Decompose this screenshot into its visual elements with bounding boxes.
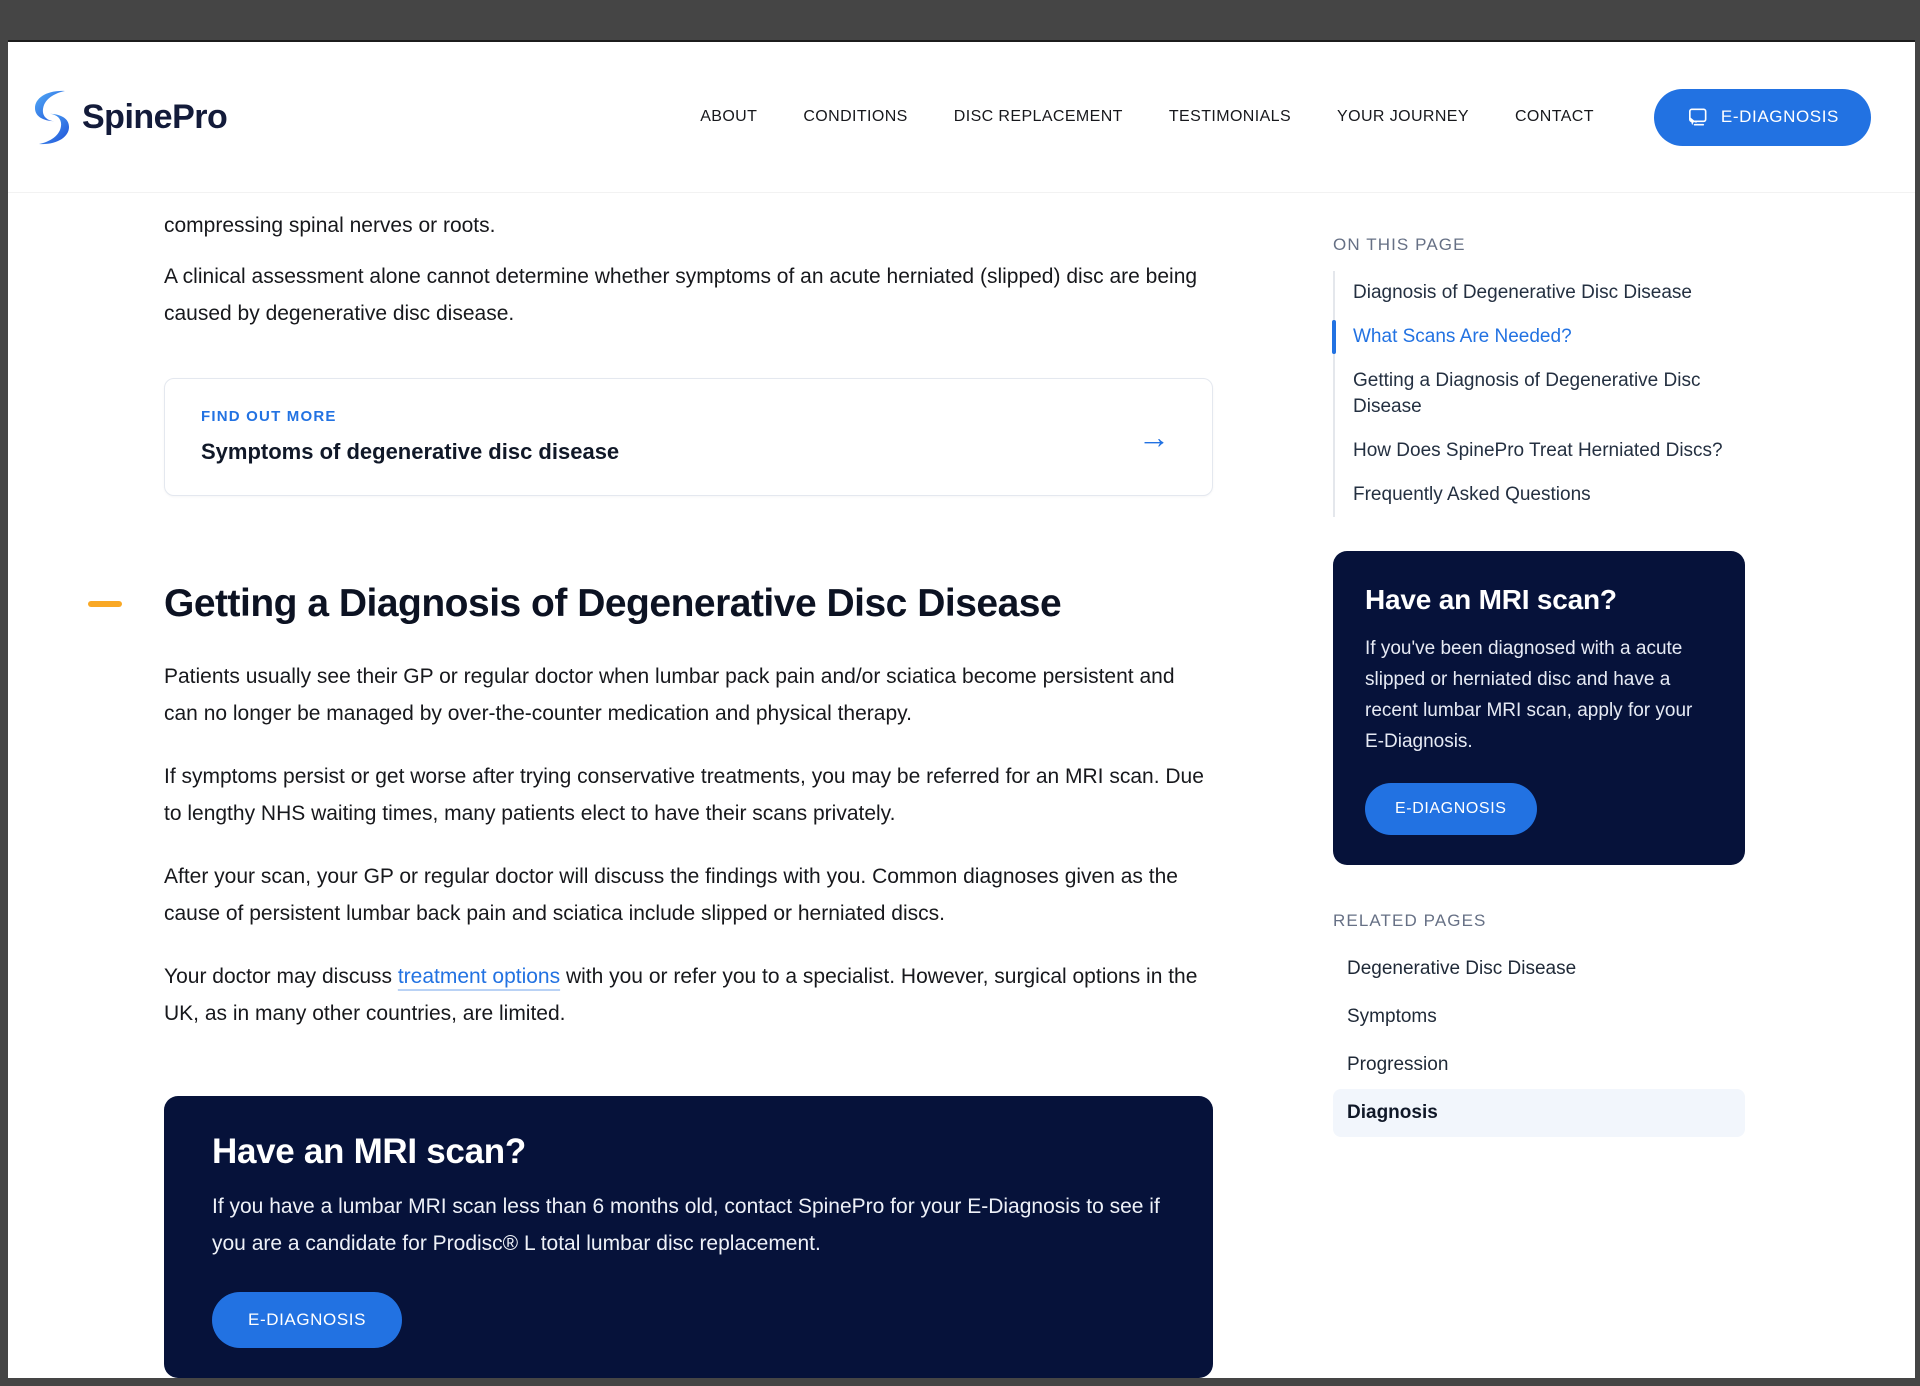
section-paragraph-3: After your scan, your GP or regular doct… bbox=[164, 858, 1213, 932]
nav-item-conditions[interactable]: CONDITIONS bbox=[803, 108, 907, 126]
sidebar-mri-body: If you've been diagnosed with a acute sl… bbox=[1365, 633, 1713, 757]
mri-banner-heading: Have an MRI scan? bbox=[212, 1130, 1165, 1174]
related-item-symptoms[interactable]: Symptoms bbox=[1333, 993, 1745, 1041]
paragraph-4-before: Your doctor may discuss bbox=[164, 965, 398, 988]
mri-banner: Have an MRI scan? If you have a lumbar M… bbox=[164, 1096, 1213, 1378]
logo-text: SpinePro bbox=[82, 98, 227, 137]
main-nav: ABOUT CONDITIONS DISC REPLACEMENT TESTIM… bbox=[700, 108, 1594, 126]
related-item-progression[interactable]: Progression bbox=[1333, 1041, 1745, 1089]
related-item-degenerative-disc-disease[interactable]: Degenerative Disc Disease bbox=[1333, 945, 1745, 993]
mri-banner-body: If you have a lumbar MRI scan less than … bbox=[212, 1188, 1165, 1262]
sidebar-mri-card: Have an MRI scan? If you've been diagnos… bbox=[1333, 551, 1745, 865]
section-paragraph-2: If symptoms persist or get worse after t… bbox=[164, 758, 1213, 832]
find-out-more-eyebrow: FIND OUT MORE bbox=[201, 407, 1138, 427]
on-this-page-label: ON THIS PAGE bbox=[1333, 235, 1745, 255]
sidebar-e-diagnosis-button[interactable]: E-DIAGNOSIS bbox=[1365, 783, 1537, 835]
section-paragraph-4: Your doctor may discuss treatment option… bbox=[164, 958, 1213, 1032]
on-this-page-list: Diagnosis of Degenerative Disc Disease W… bbox=[1333, 271, 1745, 517]
related-item-diagnosis[interactable]: Diagnosis bbox=[1333, 1089, 1745, 1137]
page-content: compressing spinal nerves or roots. A cl… bbox=[8, 193, 1915, 1378]
nav-item-testimonials[interactable]: TESTIMONIALS bbox=[1169, 108, 1291, 126]
arrow-right-icon: → bbox=[1138, 421, 1176, 453]
nav-item-disc-replacement[interactable]: DISC REPLACEMENT bbox=[954, 108, 1123, 126]
toc-item-what-scans[interactable]: What Scans Are Needed? bbox=[1335, 315, 1745, 359]
monitor-cursor-icon bbox=[1686, 106, 1709, 129]
nav-item-about[interactable]: ABOUT bbox=[700, 108, 757, 126]
intro-paragraph-tail: compressing spinal nerves or roots. bbox=[164, 207, 1213, 244]
header-e-diagnosis-button[interactable]: E-DIAGNOSIS bbox=[1654, 89, 1871, 146]
nav-item-your-journey[interactable]: YOUR JOURNEY bbox=[1337, 108, 1469, 126]
header-e-diagnosis-label: E-DIAGNOSIS bbox=[1721, 107, 1839, 127]
sidebar: ON THIS PAGE Diagnosis of Degenerative D… bbox=[1333, 193, 1745, 1137]
site-header: SpinePro ABOUT CONDITIONS DISC REPLACEME… bbox=[8, 42, 1915, 193]
toc-item-faq[interactable]: Frequently Asked Questions bbox=[1335, 473, 1745, 517]
find-out-more-title: Symptoms of degenerative disc disease bbox=[201, 437, 1138, 467]
section-paragraph-1: Patients usually see their GP or regular… bbox=[164, 658, 1213, 732]
sidebar-mri-heading: Have an MRI scan? bbox=[1365, 581, 1713, 619]
browser-page: SpinePro ABOUT CONDITIONS DISC REPLACEME… bbox=[8, 40, 1915, 1378]
toc-item-getting-a-diagnosis[interactable]: Getting a Diagnosis of Degenerative Disc… bbox=[1335, 359, 1745, 429]
heading-accent-dash bbox=[88, 601, 122, 607]
toc-item-how-spinepro-treats[interactable]: How Does SpinePro Treat Herniated Discs? bbox=[1335, 429, 1745, 473]
find-out-more-card[interactable]: FIND OUT MORE Symptoms of degenerative d… bbox=[164, 378, 1213, 496]
treatment-options-link[interactable]: treatment options bbox=[398, 965, 560, 988]
intro-paragraph: A clinical assessment alone cannot deter… bbox=[164, 258, 1213, 332]
logo[interactable]: SpinePro bbox=[32, 89, 227, 146]
banner-e-diagnosis-button[interactable]: E-DIAGNOSIS bbox=[212, 1292, 402, 1348]
spine-s-icon bbox=[32, 89, 72, 146]
main-column: compressing spinal nerves or roots. A cl… bbox=[164, 193, 1213, 1378]
related-pages-label: RELATED PAGES bbox=[1333, 911, 1745, 931]
find-out-more-text: FIND OUT MORE Symptoms of degenerative d… bbox=[201, 407, 1138, 467]
toc-item-diagnosis-of-ddd[interactable]: Diagnosis of Degenerative Disc Disease bbox=[1335, 271, 1745, 315]
section-heading-text: Getting a Diagnosis of Degenerative Disc… bbox=[164, 582, 1061, 625]
nav-item-contact[interactable]: CONTACT bbox=[1515, 108, 1594, 126]
related-pages-list: Degenerative Disc Disease Symptoms Progr… bbox=[1333, 945, 1745, 1137]
section-heading: Getting a Diagnosis of Degenerative Disc… bbox=[164, 580, 1213, 628]
